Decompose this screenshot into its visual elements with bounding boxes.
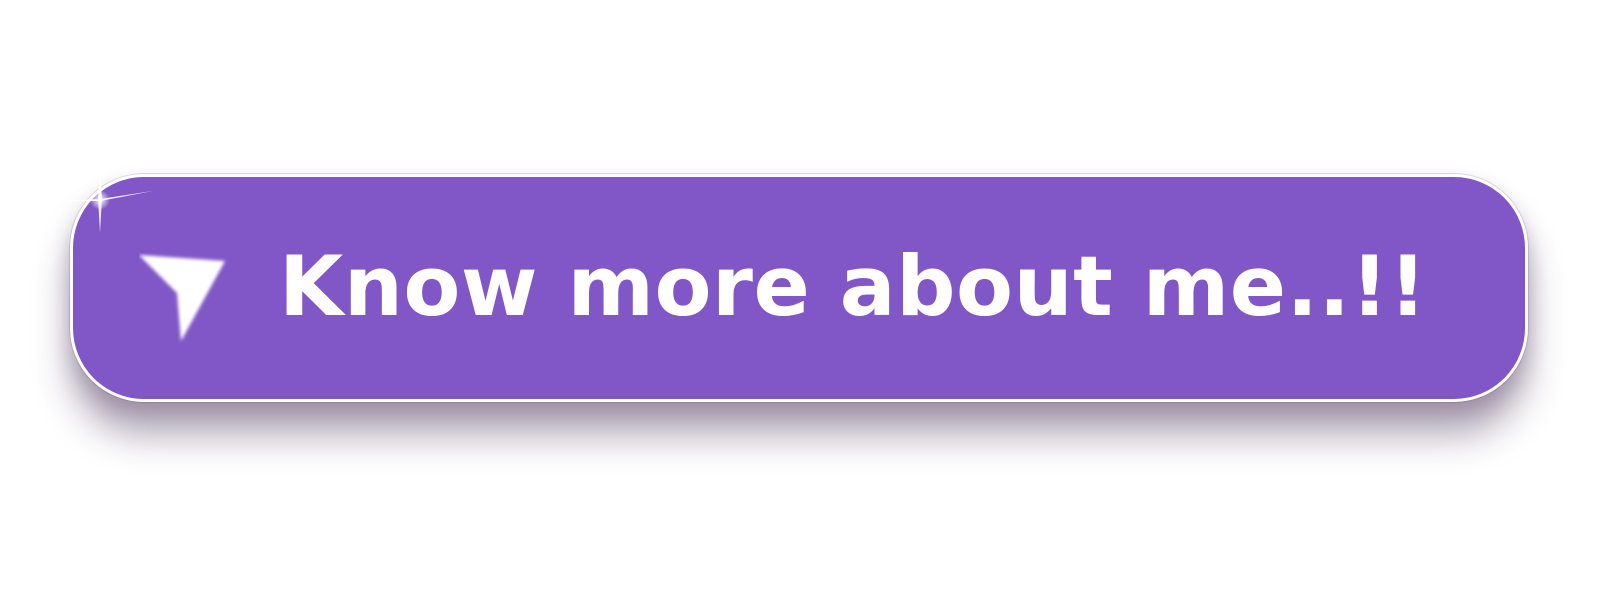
canvas: Know more about me..!! (0, 0, 1600, 610)
button-label: Know more about me..!! (279, 237, 1428, 335)
sparkle-icon (53, 167, 153, 233)
cursor-arrow-icon (139, 255, 225, 341)
know-more-button[interactable]: Know more about me..!! (53, 167, 1528, 402)
